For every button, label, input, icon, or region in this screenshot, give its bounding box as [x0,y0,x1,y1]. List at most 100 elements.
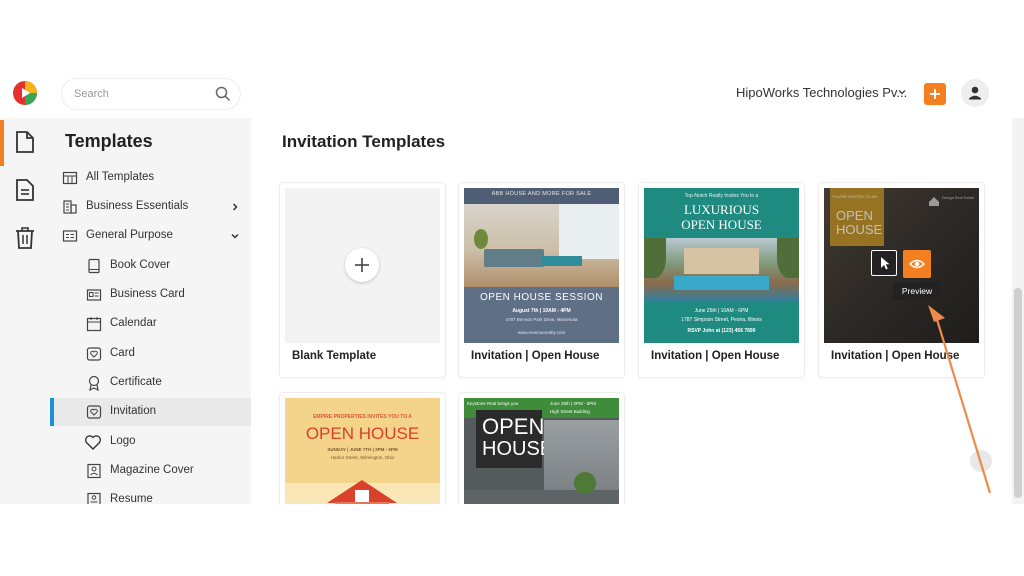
sidebar-item-label: Calendar [110,317,157,329]
thumb-footer: www.revenuerealty.com [517,330,566,335]
book-icon [88,258,100,274]
thumb-line-1: June 25th | 10AM - 6PM [694,308,749,314]
thumb-line-3: RSVP John at (123) 456 7890 [687,328,756,334]
top-bar: HipoWorks Technologies Pv... [0,70,1024,118]
sidebar-item-calendar[interactable]: Calendar [50,310,251,338]
hover-overlay [824,188,979,343]
thumb-line-1: August 7th | 10AM - 4PM [512,308,571,314]
ribbon-icon [88,375,100,391]
chevron-down-icon [231,233,239,239]
template-thumbnail[interactable]: Keystone Real brings you June 25th | 3PM… [464,398,619,504]
sofa-shape [464,490,619,504]
blank-thumbnail[interactable] [285,188,440,343]
template-thumbnail[interactable]: Top-Notch Realty Invites You to a LUXURI… [644,188,799,343]
sidebar-item-all-templates[interactable]: All Templates [50,164,251,192]
floating-help-button[interactable] [970,450,992,472]
sidebar-title: Templates [65,131,153,151]
sidebar-item-label: All Templates [86,171,155,183]
thumb-heading-1: OPEN [482,414,545,439]
preview-button[interactable] [903,250,931,278]
template-card-label: Invitation | Open House [471,350,600,362]
sidebar-item-label: Card [110,347,135,359]
template-thumbnail[interactable]: EMPIRE PROPERTIES INVITES YOU TO A OPEN … [285,398,440,504]
calendar-icon [86,317,102,332]
app-logo[interactable] [12,80,38,106]
thumb-heading: OPEN HOUSE SESSION [480,292,603,303]
thumb-top-text: EMPIRE PROPERTIES INVITES YOU TO A [313,414,412,420]
sidebar-item-business-essentials[interactable]: Business Essentials [50,193,251,221]
chevron-right-icon [232,203,238,211]
sidebar-item-label: Logo [110,435,136,447]
template-thumbnail[interactable]: YOU'RE INVITED TO AN OPEN HOUSE Design R… [824,188,979,343]
person-frame-icon [87,463,101,479]
template-card[interactable]: ABB HOUSE AND MORE FOR SALE OPEN HOUSE S… [459,183,624,377]
search-box[interactable] [62,79,240,109]
rail-item-templates[interactable] [0,118,50,166]
resume-icon [87,492,101,504]
sidebar-item-business-card[interactable]: Business Card [50,281,251,309]
sidebar-item-label: Business Card [110,288,185,300]
select-template-button[interactable] [871,250,897,276]
template-card-label: Invitation | Open House [831,350,960,362]
sidebar-item-book-cover[interactable]: Book Cover [50,252,251,280]
cursor-icon [881,257,890,270]
sidebar-item-invitation[interactable]: Invitation [50,398,251,426]
sidebar-item-magazine-cover[interactable]: Magazine Cover [50,457,251,485]
thumb-line-1: SUNDAY | JUNE 7TH | 2PM - 5PM [327,447,398,452]
grid-icon [62,171,78,185]
heart-envelope-icon [86,405,102,419]
template-card[interactable]: EMPIRE PROPERTIES INVITES YOU TO A OPEN … [280,393,445,504]
plus-icon [355,258,369,272]
chevron-down-icon[interactable] [896,86,908,98]
sidebar-item-certificate[interactable]: Certificate [50,369,251,397]
thumb-top-text: ABB HOUSE AND MORE FOR SALE [491,191,592,197]
create-button[interactable] [924,83,946,105]
search-input[interactable] [74,85,204,103]
user-avatar[interactable] [961,79,989,107]
pool-photo [644,238,799,302]
sidebar-item-label: Certificate [110,376,162,388]
sidebar-item-label: Business Essentials [86,200,189,212]
sidebar-item-label: Invitation [110,405,157,417]
heart-card-icon [86,347,102,361]
template-card-label: Blank Template [292,350,377,362]
templates-sidebar: Templates All Templates Business Essenti… [50,118,251,504]
sidebar-item-logo[interactable]: Logo [50,428,251,456]
page-title: Invitation Templates [282,132,446,151]
file-text-icon [16,179,34,201]
eye-icon [908,259,926,269]
template-card[interactable]: YOU'RE INVITED TO AN OPEN HOUSE Design R… [819,183,984,377]
trash-icon [16,227,34,249]
add-template-button[interactable] [345,248,379,282]
thumb-heading-1: LUXURIOUS [683,202,760,217]
user-icon [969,86,981,100]
template-card[interactable]: Top-Notch Realty Invites You to a LUXURI… [639,183,804,377]
organization-selector[interactable]: HipoWorks Technologies Pv... [736,85,907,100]
heart-icon [84,435,102,450]
template-card-blank[interactable]: Blank Template [280,183,445,377]
sidebar-item-resume[interactable]: Resume [50,486,251,504]
thumb-line-2: Harbor Street, Wilmington, Ohio [330,455,395,460]
thumb-line-2: 1787 Simpson Street, Peoria, Illinois [681,317,762,323]
sidebar-item-general-purpose[interactable]: General Purpose [50,222,251,250]
scrollbar-thumb[interactable] [1014,288,1022,498]
template-card[interactable]: Keystone Real brings you June 25th | 3PM… [459,393,624,504]
template-card-label: Invitation | Open House [651,350,780,362]
search-icon[interactable] [214,85,232,103]
rail-item-documents[interactable] [0,166,50,214]
sidebar-item-label: Magazine Cover [110,464,194,476]
sidebar-item-label: General Purpose [86,229,173,241]
list-card-icon [62,230,78,242]
thumb-heading: OPEN HOUSE [305,424,420,443]
sidebar-item-label: Resume [110,493,153,504]
preview-tooltip: Preview [893,282,941,300]
template-thumbnail[interactable]: ABB HOUSE AND MORE FOR SALE OPEN HOUSE S… [464,188,619,343]
thumb-heading-2: OPEN HOUSE [681,217,762,232]
scrollbar[interactable] [1012,118,1024,504]
sidebar-item-card[interactable]: Card [50,340,251,368]
thumb-line-2: High Street Building [550,409,590,414]
rail-item-trash[interactable] [0,214,50,262]
plus-icon [930,89,940,99]
thumb-top-text: Keystone Real brings you [467,401,519,406]
thumb-top-text: Top-Notch Realty Invites You to a [684,193,759,199]
